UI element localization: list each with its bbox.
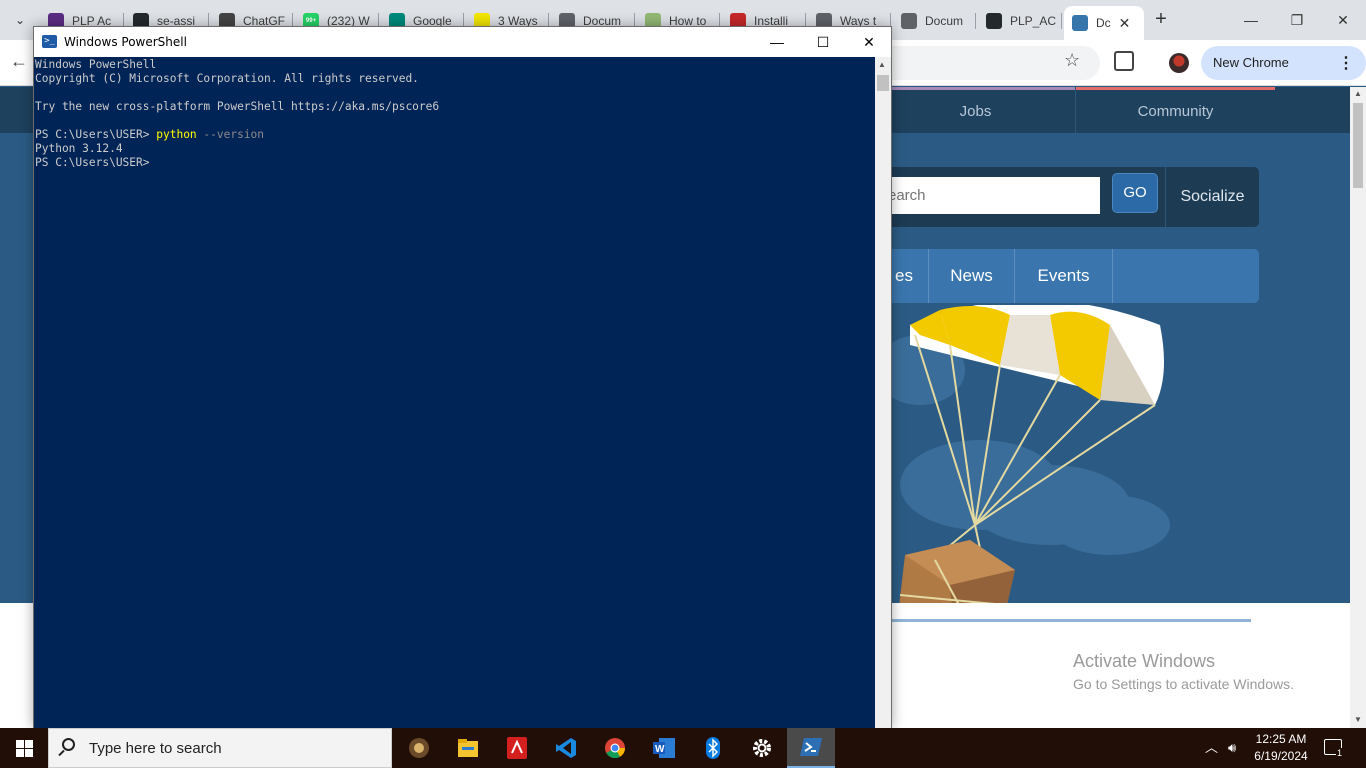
media-player-icon[interactable] <box>395 732 443 764</box>
start-button[interactable] <box>0 728 48 768</box>
terminal-command: python <box>156 128 197 141</box>
tab-separator <box>1061 13 1062 29</box>
browser-tab-title: Docum <box>925 14 964 28</box>
terminal-line: Try the new cross-platform PowerShell ht… <box>35 100 440 113</box>
globe-icon <box>901 13 917 29</box>
section-divider <box>890 619 1251 622</box>
close-button[interactable]: ✕ <box>846 27 892 57</box>
word-icon[interactable]: W <box>640 732 688 764</box>
subnav-events-link[interactable]: Events <box>1015 249 1113 303</box>
clock-time: 12:25 AM <box>1255 732 1307 746</box>
powershell-icon[interactable] <box>787 728 835 768</box>
scroll-up-arrow-icon[interactable]: ▲ <box>878 60 886 69</box>
taskbar-search-box[interactable]: Type here to search <box>48 728 392 768</box>
windows-logo-icon <box>16 740 24 748</box>
subnav-news-link[interactable]: News <box>929 249 1015 303</box>
scrollbar-thumb[interactable] <box>877 75 889 91</box>
terminal-scrollbar[interactable]: ▲ <box>875 57 891 728</box>
terminal-line: Copyright (C) Microsoft Corporation. All… <box>35 72 419 85</box>
browser-tab[interactable]: Dc ✕ <box>1064 6 1144 40</box>
browser-tab[interactable]: Docum <box>893 8 976 34</box>
show-hidden-icons-chevron-icon[interactable]: ︿ <box>1205 728 1218 768</box>
bookmark-star-icon[interactable]: ☆ <box>1064 50 1080 71</box>
search-icon <box>62 738 75 751</box>
terminal-line: PS C:\Users\USER> python --version <box>35 128 439 142</box>
chrome-icon[interactable] <box>591 732 639 764</box>
powershell-titlebar[interactable]: >_ Windows PowerShell — ☐ ✕ <box>34 27 891 57</box>
browser-close-button[interactable]: ✕ <box>1320 0 1366 40</box>
new-tab-button[interactable]: + <box>1150 8 1172 32</box>
browser-tab-title: PLP_AC <box>1010 14 1057 28</box>
terminal-prompt: PS C:\Users\USER> <box>35 128 157 141</box>
system-clock[interactable]: 12:25 AM 6/19/2024 <box>1246 731 1316 765</box>
volume-icon[interactable]: 🔊︎ <box>1228 728 1236 768</box>
close-tab-icon[interactable]: ✕ <box>1119 15 1131 32</box>
svg-text:W: W <box>655 744 665 755</box>
vscode-icon[interactable] <box>542 732 590 764</box>
maximize-button[interactable]: ☐ <box>800 27 846 57</box>
terminal-line: PS C:\Users\USER> <box>35 156 150 169</box>
terminal-console[interactable]: Windows PowerShell Copyright (C) Microsof… <box>34 57 875 728</box>
powershell-icon: >_ <box>42 35 57 48</box>
windows-logo-icon <box>25 740 33 748</box>
browser-tab[interactable]: PLP_AC <box>978 8 1062 34</box>
taskbar-search-placeholder: Type here to search <box>89 740 222 757</box>
acrobat-icon[interactable] <box>493 732 541 764</box>
watermark-subtitle: Go to Settings to activate Windows. <box>1073 676 1294 692</box>
powershell-window: >_ Windows PowerShell — ☐ ✕ Windows Powe… <box>33 26 892 728</box>
scroll-down-arrow-icon[interactable]: ▼ <box>1354 715 1362 724</box>
scroll-up-arrow-icon[interactable]: ▲ <box>1354 89 1362 98</box>
tab-separator <box>975 13 976 29</box>
menu-dots-icon[interactable]: ⋮ <box>1338 53 1354 73</box>
nav-jobs-link[interactable]: Jobs <box>875 87 1075 133</box>
page-scrollbar[interactable]: ▲ ▼ <box>1350 87 1366 728</box>
settings-icon[interactable] <box>738 732 786 764</box>
github-icon <box>986 13 1002 29</box>
parachute-illustration <box>880 305 1170 645</box>
watermark-title: Activate Windows <box>1073 651 1216 671</box>
tab-search-chevron-icon[interactable]: ⌄ <box>8 8 32 32</box>
windows-taskbar: Type here to search W ︿ 🔊︎ 12:25 AM 6/19… <box>0 728 1366 768</box>
terminal-output: Windows PowerShell Copyright (C) Microsof… <box>35 58 439 170</box>
bluetooth-icon[interactable] <box>689 732 737 764</box>
terminal-line: Python 3.12.4 <box>35 142 123 155</box>
back-arrow-icon[interactable]: ← <box>10 51 34 75</box>
browser-restore-button[interactable]: ❐ <box>1274 0 1320 40</box>
site-search-input[interactable] <box>880 177 1100 214</box>
activate-windows-watermark: Activate Windows Go to Settings to activ… <box>1073 651 1294 692</box>
notification-count: 1 <box>1336 748 1344 758</box>
windows-logo-icon <box>25 749 33 757</box>
minimize-button[interactable]: — <box>754 27 800 57</box>
browser-tab-title: Dc <box>1096 16 1111 30</box>
browser-minimize-button[interactable]: — <box>1228 0 1274 40</box>
scrollbar-thumb[interactable] <box>1353 103 1363 188</box>
terminal-line: Windows PowerShell <box>35 58 157 71</box>
windows-logo-icon <box>16 749 24 757</box>
window-title: Windows PowerShell <box>64 35 187 49</box>
search-go-button[interactable]: GO <box>1112 173 1158 213</box>
terminal-argument: --version <box>196 128 265 141</box>
socialize-link[interactable]: Socialize <box>1165 167 1259 227</box>
python-icon <box>1072 15 1088 31</box>
nav-community-link[interactable]: Community <box>1075 87 1275 133</box>
extensions-icon[interactable] <box>1114 51 1134 71</box>
profile-avatar[interactable] <box>1169 53 1189 73</box>
file-explorer-icon[interactable] <box>444 732 492 764</box>
clock-date: 6/19/2024 <box>1254 749 1308 763</box>
